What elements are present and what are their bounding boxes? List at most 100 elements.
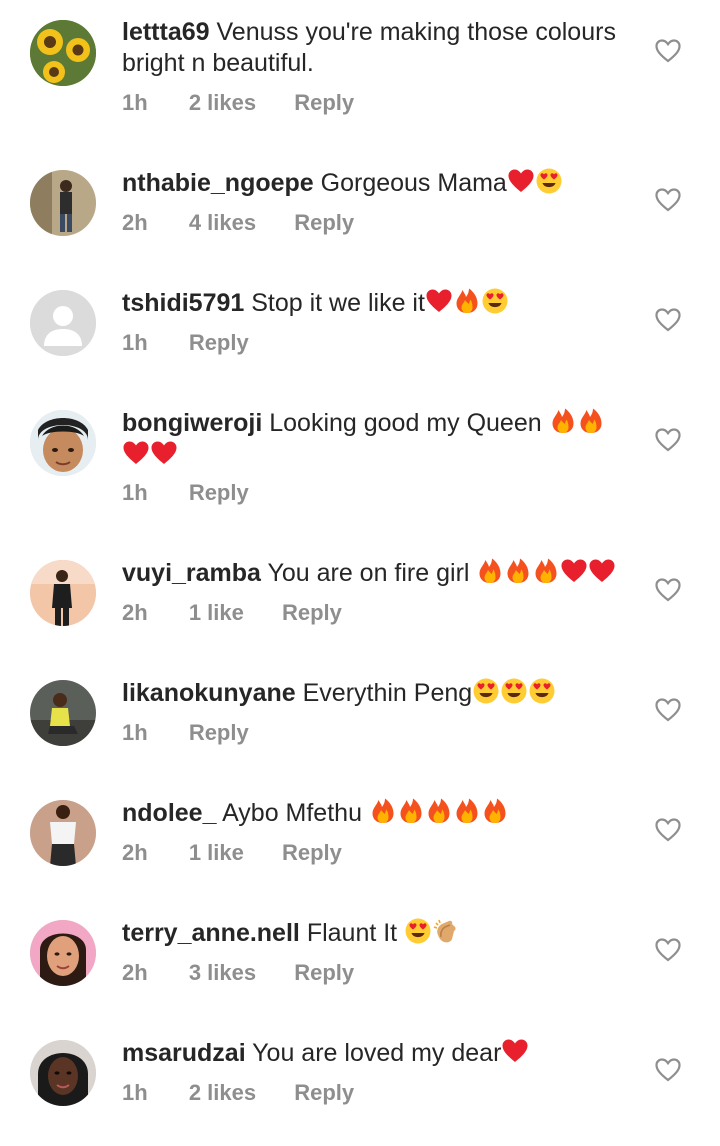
avatar[interactable] — [30, 410, 96, 476]
red-heart-icon — [425, 287, 453, 315]
reply-button[interactable]: Reply — [294, 960, 354, 985]
comment-item: msarudzai You are loved my dear 1h 2 lik… — [0, 990, 720, 1110]
like-heart-icon[interactable] — [655, 39, 681, 63]
fire-icon — [425, 797, 453, 825]
like-heart-icon[interactable] — [655, 1058, 681, 1082]
comment-item: bongiweroji Looking good my Queen 1h Rep… — [0, 360, 720, 505]
reply-button[interactable]: Reply — [294, 90, 354, 115]
reply-button[interactable]: Reply — [282, 840, 342, 865]
comment-item: nthabie_ngoepe Gorgeous Mama 2h 4 likes … — [0, 120, 720, 240]
comment-meta: 2h 4 likes Reply — [122, 210, 386, 236]
comment-likes[interactable]: 1 like — [189, 840, 244, 865]
heart-eyes-icon — [481, 287, 509, 315]
comment-item: tshidi5791 Stop it we like it 1h Reply — [0, 240, 720, 360]
comment-meta: 1h Reply — [122, 480, 281, 506]
red-heart-icon — [560, 557, 588, 585]
comment-text: bongiweroji Looking good my Queen — [122, 407, 636, 471]
fire-icon — [397, 797, 425, 825]
comments-list: lettta69 Venuss you're making those colo… — [0, 0, 720, 1146]
comment-meta: 1h Reply — [122, 720, 281, 746]
comment-time: 2h — [122, 600, 148, 625]
comment-meta: 1h 2 likes Reply — [122, 90, 386, 116]
red-heart-icon — [150, 439, 178, 467]
comment-time: 1h — [122, 90, 148, 115]
comment-message: Gorgeous Mama — [320, 169, 507, 197]
comment-username[interactable]: msarudzai — [122, 1039, 246, 1067]
comment-username[interactable]: tshidi5791 — [122, 289, 244, 317]
avatar[interactable] — [30, 290, 96, 356]
comment-meta: 2h 1 like Reply — [122, 600, 374, 626]
comment-time: 2h — [122, 840, 148, 865]
heart-eyes-icon — [472, 677, 500, 705]
comment-likes[interactable]: 2 likes — [189, 1080, 256, 1105]
comment-time: 1h — [122, 720, 148, 745]
comment-username[interactable]: vuyi_ramba — [122, 559, 261, 587]
like-heart-icon[interactable] — [655, 938, 681, 962]
comment-meta: 1h 2 likes Reply — [122, 1080, 386, 1106]
reply-button[interactable]: Reply — [294, 210, 354, 235]
fire-icon — [532, 557, 560, 585]
fire-icon — [577, 407, 605, 435]
comment-message: Stop it we like it — [251, 289, 425, 317]
comment-username[interactable]: likanokunyane — [122, 679, 296, 707]
person-avatar-icon — [30, 170, 96, 236]
comment-likes[interactable]: 3 likes — [189, 960, 256, 985]
reply-button[interactable]: Reply — [189, 720, 249, 745]
reply-button[interactable]: Reply — [189, 480, 249, 505]
avatar[interactable] — [30, 1040, 96, 1106]
comment-username[interactable]: terry_anne.nell — [122, 919, 300, 947]
heart-eyes-icon — [535, 167, 563, 195]
comment-meta: 2h 3 likes Reply — [122, 960, 386, 986]
person-avatar-icon — [30, 1040, 96, 1106]
comment-username[interactable]: ndolee_ — [122, 799, 216, 827]
avatar[interactable] — [30, 560, 96, 626]
red-heart-icon — [122, 439, 150, 467]
like-heart-icon[interactable] — [655, 428, 681, 452]
comment-meta: 2h 1 like Reply — [122, 840, 374, 866]
avatar[interactable] — [30, 920, 96, 986]
avatar[interactable] — [30, 170, 96, 236]
reply-button[interactable]: Reply — [294, 1080, 354, 1105]
comment-message: Aybo Mfethu — [222, 799, 369, 827]
like-heart-icon[interactable] — [655, 188, 681, 212]
like-heart-icon[interactable] — [655, 308, 681, 332]
avatar[interactable] — [30, 680, 96, 746]
comment-text: lettta69 Venuss you're making those colo… — [122, 17, 636, 79]
comment-message: You are on fire girl — [267, 559, 477, 587]
comment-username[interactable]: bongiweroji — [122, 409, 262, 437]
reply-button[interactable]: Reply — [189, 330, 249, 355]
person-avatar-icon — [30, 410, 96, 476]
comment-username[interactable]: lettta69 — [122, 18, 210, 46]
person-avatar-icon — [30, 800, 96, 866]
fire-icon — [481, 797, 509, 825]
comment-username[interactable]: nthabie_ngoepe — [122, 169, 314, 197]
avatar[interactable] — [30, 20, 96, 86]
comment-item: terry_anne.nell Flaunt It 2h 3 likes Rep… — [0, 870, 720, 990]
comment-message: Flaunt It — [306, 919, 405, 947]
comment-item: likanokunyane Everythin Peng 1h Reply — [0, 630, 720, 750]
red-heart-icon — [501, 1037, 529, 1065]
default-avatar-icon — [30, 290, 96, 356]
comment-time: 1h — [122, 330, 148, 355]
avatar[interactable] — [30, 800, 96, 866]
comment-likes[interactable]: 2 likes — [189, 90, 256, 115]
comment-likes[interactable]: 1 like — [189, 600, 244, 625]
reply-button[interactable]: Reply — [282, 600, 342, 625]
comment-message: Looking good my Queen — [269, 409, 549, 437]
fire-icon — [549, 407, 577, 435]
person-avatar-icon — [30, 560, 96, 626]
fire-icon — [369, 797, 397, 825]
like-heart-icon[interactable] — [655, 818, 681, 842]
comment-item: ndolee_ Aybo Mfethu 2h 1 like Reply — [0, 750, 720, 870]
like-heart-icon[interactable] — [655, 578, 681, 602]
comment-likes[interactable]: 4 likes — [189, 210, 256, 235]
red-heart-icon — [588, 557, 616, 585]
fire-icon — [504, 557, 532, 585]
like-heart-icon[interactable] — [655, 698, 681, 722]
heart-eyes-icon — [528, 677, 556, 705]
person-avatar-icon — [30, 920, 96, 986]
comment-meta: 1h Reply — [122, 330, 281, 356]
clapping-hands-icon — [432, 917, 460, 945]
comment-text: ndolee_ Aybo Mfethu — [122, 797, 636, 829]
comment-item: vuyi_ramba You are on fire girl 2h 1 lik… — [0, 510, 720, 630]
